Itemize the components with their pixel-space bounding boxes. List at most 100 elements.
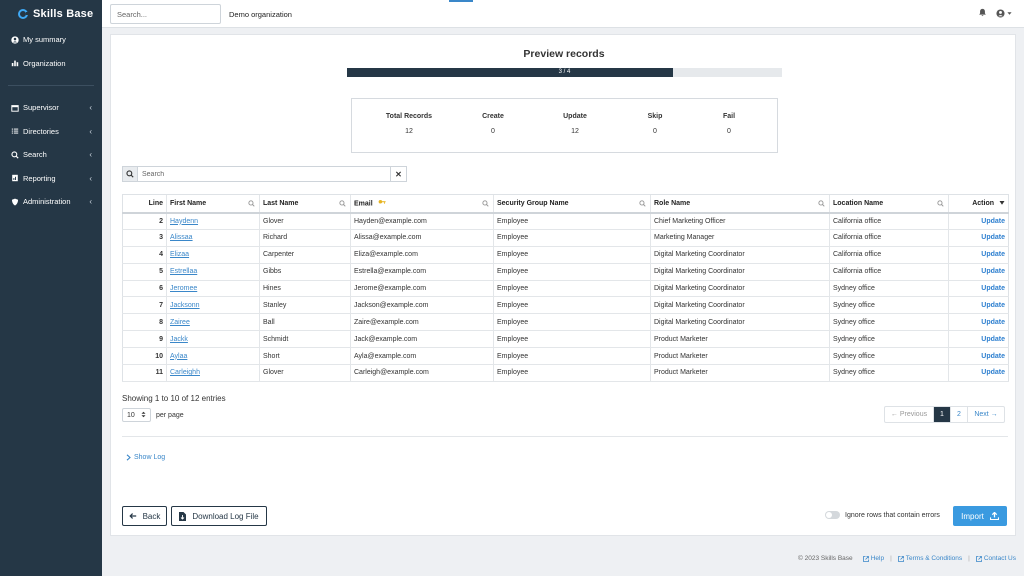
table-row: 8 Zairee Ball Zaire@example.com Employee Digi… — [122, 313, 1009, 332]
cell-role-name: Digital Marketing Coordinator — [650, 280, 830, 298]
action-update: Update — [981, 369, 1005, 377]
first-name-link[interactable]: Estrellaa — [170, 268, 197, 275]
clear-search-button[interactable]: ✕ — [391, 166, 407, 182]
column-header-first-name[interactable]: First Name — [166, 194, 260, 214]
cell-action: Update — [948, 313, 1009, 332]
cell-line: 2 — [122, 212, 167, 230]
separator: | — [890, 555, 892, 562]
column-header-security-group-name[interactable]: Security Group Name — [493, 194, 651, 214]
first-name-link[interactable]: Jackk — [170, 336, 188, 343]
page-2-button[interactable]: 2 — [950, 407, 967, 422]
ignore-errors-toggle[interactable] — [825, 511, 840, 519]
action-update: Update — [981, 318, 1005, 326]
import-button[interactable]: Import — [953, 506, 1007, 526]
first-name-link[interactable]: Aylaa — [170, 353, 187, 360]
sidebar-item-reporting[interactable]: Reporting ‹ — [0, 167, 102, 191]
show-log-toggle[interactable]: Show Log — [126, 454, 165, 461]
column-header-label: Action — [972, 199, 994, 207]
help-link[interactable]: Help — [862, 555, 884, 562]
stat-fail: Fail 0 — [699, 113, 759, 135]
terms-link[interactable]: Terms & Conditions — [897, 555, 962, 562]
table-row: 5 Estrellaa Gibbs Estrella@example.com Emplo… — [122, 263, 1009, 281]
cell-email: Hayden@example.com — [350, 212, 494, 230]
cell-security-group-name: Employee — [493, 280, 651, 298]
first-name-link[interactable]: Elizaa — [170, 251, 189, 258]
back-button[interactable]: Back — [122, 506, 167, 526]
column-search-icon[interactable] — [818, 200, 825, 209]
sidebar-item-label: Search — [23, 150, 47, 160]
bell-icon[interactable] — [978, 8, 987, 19]
global-search-input[interactable] — [110, 4, 221, 24]
app-logo[interactable]: Skills Base — [0, 0, 102, 28]
column-header-location-name[interactable]: Location Name — [829, 194, 949, 214]
cell-action: Update — [948, 263, 1009, 281]
column-search-icon[interactable] — [937, 200, 944, 209]
column-search-icon[interactable] — [639, 200, 646, 209]
cell-action: Update — [948, 330, 1009, 349]
records-table: Line First Name Last Name Email Security Gr… — [122, 194, 1009, 382]
table-search-input[interactable] — [138, 166, 391, 182]
sidebar-item-label: Administration — [23, 197, 71, 207]
sidebar-divider — [8, 85, 94, 86]
page-1-button[interactable]: 1 — [933, 407, 950, 422]
next-page-button[interactable]: Next → — [967, 407, 1004, 422]
column-search-icon[interactable] — [248, 200, 255, 209]
stat-label: Create — [482, 113, 504, 120]
previous-page-button[interactable]: ← Previous — [885, 407, 933, 422]
sidebar-item-label: Directories — [23, 126, 59, 136]
download-log-button[interactable]: Download Log File — [171, 506, 267, 526]
sidebar-item-label: Reporting — [23, 173, 56, 183]
column-header-email[interactable]: Email — [350, 194, 494, 214]
first-name-link[interactable]: Haydenn — [170, 218, 198, 225]
arrow-left-icon — [128, 513, 136, 519]
first-name-link[interactable]: Jeromee — [170, 285, 197, 292]
first-name-link[interactable]: Zairee — [170, 319, 190, 326]
sidebar-item-search[interactable]: Search ‹ — [0, 143, 102, 167]
table-row: 10 Aylaa Short Ayla@example.com Employee Prod… — [122, 347, 1009, 366]
first-name-link[interactable]: Jacksonn — [170, 302, 200, 309]
column-header-role-name[interactable]: Role Name — [650, 194, 830, 214]
cell-email: Alissa@example.com — [350, 229, 494, 247]
cell-role-name: Product Marketer — [650, 364, 830, 382]
sidebar-item-supervisor[interactable]: Supervisor ‹ — [0, 96, 102, 120]
import-progress-bar: 3 / 4 — [347, 68, 782, 77]
cell-security-group-name: Employee — [493, 246, 651, 264]
column-header-line[interactable]: Line — [122, 194, 167, 214]
divider — [122, 436, 1008, 437]
caret-down-icon — [1007, 12, 1012, 15]
cell-location-name: Sydney office — [829, 364, 949, 382]
sidebar-item-directories[interactable]: Directories ‹ — [0, 120, 102, 144]
external-link-icon — [897, 555, 904, 562]
column-header-last-name[interactable]: Last Name — [259, 194, 351, 214]
stat-value: 12 — [405, 128, 413, 135]
first-name-link[interactable]: Carleighh — [170, 369, 200, 376]
contact-link[interactable]: Contact Us — [975, 555, 1016, 562]
sidebar-item-administration[interactable]: Administration ‹ — [0, 190, 102, 214]
cell-location-name: Sydney office — [829, 280, 949, 298]
column-header-action[interactable]: Action — [948, 194, 1009, 214]
cell-last-name: Richard — [259, 229, 351, 247]
top-bar: Demo organization — [102, 0, 1024, 28]
action-update: Update — [981, 268, 1005, 276]
first-name-link[interactable]: Alissaa — [170, 234, 193, 241]
stat-value: 12 — [571, 128, 579, 135]
action-update: Update — [981, 301, 1005, 309]
sidebar-item-my-summary[interactable]: My summary — [0, 28, 102, 52]
action-update: Update — [981, 352, 1005, 360]
user-circle-icon — [10, 35, 19, 44]
per-page-control: 10 per page — [122, 408, 184, 422]
cell-email: Ayla@example.com — [350, 347, 494, 366]
cell-last-name: Hines — [259, 280, 351, 298]
sidebar-item-organization[interactable]: Organization — [0, 52, 102, 76]
table-header-row: Line First Name Last Name Email Security Gr… — [122, 194, 1009, 214]
cell-last-name: Gibbs — [259, 263, 351, 281]
column-search-icon[interactable] — [482, 200, 489, 209]
per-page-select[interactable]: 10 — [122, 408, 151, 422]
filter-dropdown-icon[interactable] — [999, 200, 1005, 208]
chevron-left-icon: ‹ — [89, 126, 92, 136]
skills-base-logo-icon — [18, 9, 29, 19]
user-menu[interactable] — [996, 9, 1012, 18]
column-search-icon[interactable] — [339, 200, 346, 209]
cell-first-name: Jeromee — [166, 280, 260, 298]
action-update: Update — [981, 335, 1005, 343]
